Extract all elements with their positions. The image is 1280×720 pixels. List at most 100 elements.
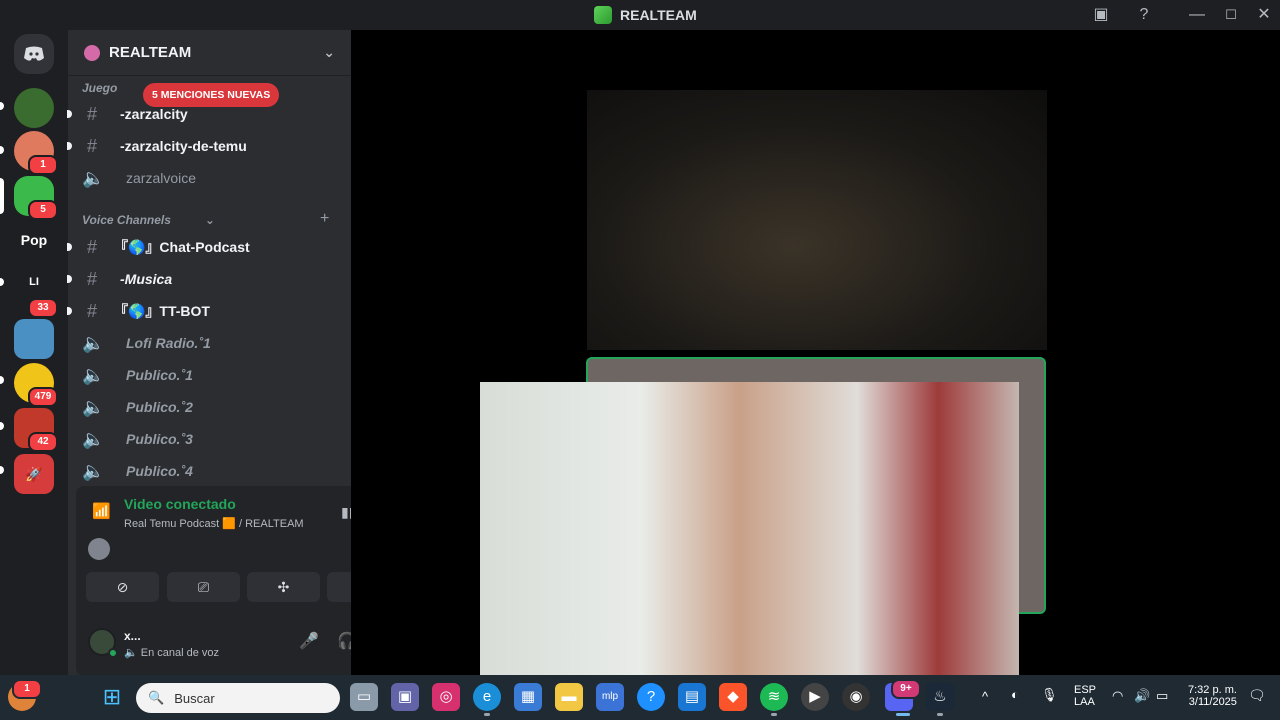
tray-overflow-icon[interactable]: ^ [982,689,988,704]
selected-pip [0,178,4,214]
channel-label: -zarzalcity-de-temu [120,138,247,154]
server-icon-frog[interactable] [14,88,54,128]
unread-pip [0,466,4,474]
media-player-icon[interactable]: ▶ [801,683,829,711]
voice-channel-icon: 🔈 [82,364,105,385]
mic-tray-icon[interactable]: 🎙 [1041,687,1058,703]
server-icon-realteam[interactable]: 5 [14,176,58,220]
edge-icon[interactable]: e [473,683,501,711]
guild-name: REALTEAM [109,44,192,61]
task-view-icon[interactable]: ▭ [350,683,378,711]
mic-icon[interactable]: 🎤 [297,630,321,654]
taskbar-search[interactable]: 🔍 Buscar [136,683,340,713]
server-icon-li[interactable]: LI 33 [14,262,58,318]
notification-badge: 1 [12,679,42,699]
weather-widget-icon[interactable]: 1 [8,679,42,711]
channel-item[interactable]: 🔈 Lofi Radio.˚1 [68,328,351,358]
server-icon-yellow[interactable]: 479 [14,363,58,407]
language-indicator[interactable]: ESP LAA [1074,684,1096,708]
channel-item[interactable]: # 『🌎』TT-BOT [67,296,351,326]
voice-status: Video conectado [124,496,236,512]
mlp-app-icon[interactable]: mlp [596,683,624,711]
channel-item[interactable]: 🔈 Publico.˚4 [68,456,351,486]
mention-badge: 479 [28,387,58,407]
server-icon-portrait[interactable] [14,319,54,359]
search-placeholder: Buscar [174,690,215,706]
battery-icon[interactable]: ▭ [1156,688,1168,704]
channel-item[interactable]: 🔈 zarzalvoice [68,163,351,193]
user-status: 🔈 En canal de voz [124,646,219,659]
help-icon[interactable]: ? [1134,5,1154,25]
category-label: Juego [82,81,118,95]
voice-channel-icon: 🔈 [82,332,105,353]
channel-item[interactable]: # -zarzalcity-de-temu [67,131,351,161]
channel-item[interactable]: 🔈 Publico.˚2 [68,392,351,422]
participant-video-tile[interactable] [587,90,1047,350]
focused-video-stream[interactable] [480,382,1019,675]
video-call-area [351,30,1280,675]
brave-icon[interactable]: ◆ [719,683,747,711]
channel-label: -Musica [120,271,173,287]
start-menu-icon[interactable]: ⊞ [98,683,126,711]
channel-item[interactable]: 🔈 Publico.˚1 [68,360,351,390]
unread-indicator [67,142,72,150]
instagram-icon[interactable]: ◎ [432,683,460,711]
mention-badge: 5 [28,200,58,220]
voice-channel-icon: 🔈 [82,167,105,188]
discord-home-icon[interactable] [14,34,54,74]
server-label: Pop [20,232,48,248]
running-indicator [484,713,490,716]
participant-avatar[interactable] [88,538,110,560]
channel-item[interactable]: 🔈 Publico.˚3 [68,424,351,454]
username[interactable]: x... [124,629,141,643]
mention-badge: 1 [28,155,58,175]
clock[interactable]: 7:32 p. m. 3/11/2025 [1188,684,1237,708]
discord-icon[interactable]: 9+ [885,679,921,711]
maximize-icon[interactable]: ☐ [1221,5,1241,25]
user-status-text: En canal de voz [140,647,220,659]
search-icon: 🔍 [148,690,165,705]
signal-icon[interactable]: 📶 [92,502,111,520]
voice-channel-icon: 🔈 [82,428,105,449]
file-explorer-icon[interactable]: ▬ [555,683,583,711]
channel-item[interactable]: # 『🌎』Chat-Podcast [67,232,351,262]
spotify-icon[interactable]: ≋ [760,683,788,711]
unread-indicator [67,307,72,315]
guild-header[interactable]: REALTEAM ⌄ [68,30,351,76]
window-title: REALTEAM [594,6,697,24]
clock-date: 3/11/2025 [1188,696,1237,708]
channel-label: -zarzalcity [120,106,188,122]
close-icon[interactable]: ✕ [1254,5,1274,25]
activities-icon: ✣ [277,579,290,595]
channel-label: Publico.˚4 [126,463,193,479]
notifications-icon[interactable]: 🗨 [1248,687,1266,704]
activities-button[interactable]: ✣ [247,572,320,602]
help-app-icon[interactable]: ? [637,683,665,711]
unread-pip [0,102,4,110]
unread-indicator [67,243,72,251]
minimize-icon[interactable]: — [1187,5,1207,25]
server-icon-anime[interactable]: 1 [14,131,58,175]
channel-sidebar: REALTEAM ⌄ Juego ⌄ # -zarzalcity # -zarz… [67,30,412,676]
category-voice-channels[interactable]: Voice Channels ⌄ [82,210,215,230]
add-channel-icon[interactable]: + [320,210,329,228]
store-icon[interactable]: ▦ [514,683,542,711]
channel-label: Lofi Radio.˚1 [126,335,211,351]
volume-icon[interactable]: 🔊 [1134,688,1150,704]
app-icon-blue[interactable]: ▤ [678,683,706,711]
wifi-icon[interactable]: ◠ [1112,688,1123,704]
obs-icon[interactable]: ◉ [842,683,870,711]
screen-share-button[interactable]: ⎚ [167,572,240,602]
new-mentions-pill[interactable]: 5 MENCIONES NUEVAS [143,83,280,107]
voice-channel-name[interactable]: Real Temu Podcast 🟧 / REALTEAM [124,517,304,530]
channel-item[interactable]: # -Musica [67,264,351,294]
inbox-icon[interactable]: ▣ [1091,5,1111,25]
server-icon-red[interactable]: 42 [14,408,58,452]
rocket-icon[interactable]: 🚀 [14,454,54,494]
camera-off-button[interactable]: ⊘ [86,572,159,602]
tray-app-icon[interactable]: ◐ [1011,687,1019,702]
steam-icon[interactable]: ♨ [926,683,954,711]
server-folder-pop[interactable]: Pop [14,220,54,260]
online-status-dot [108,648,118,658]
teams-icon[interactable]: ▣ [391,683,419,711]
